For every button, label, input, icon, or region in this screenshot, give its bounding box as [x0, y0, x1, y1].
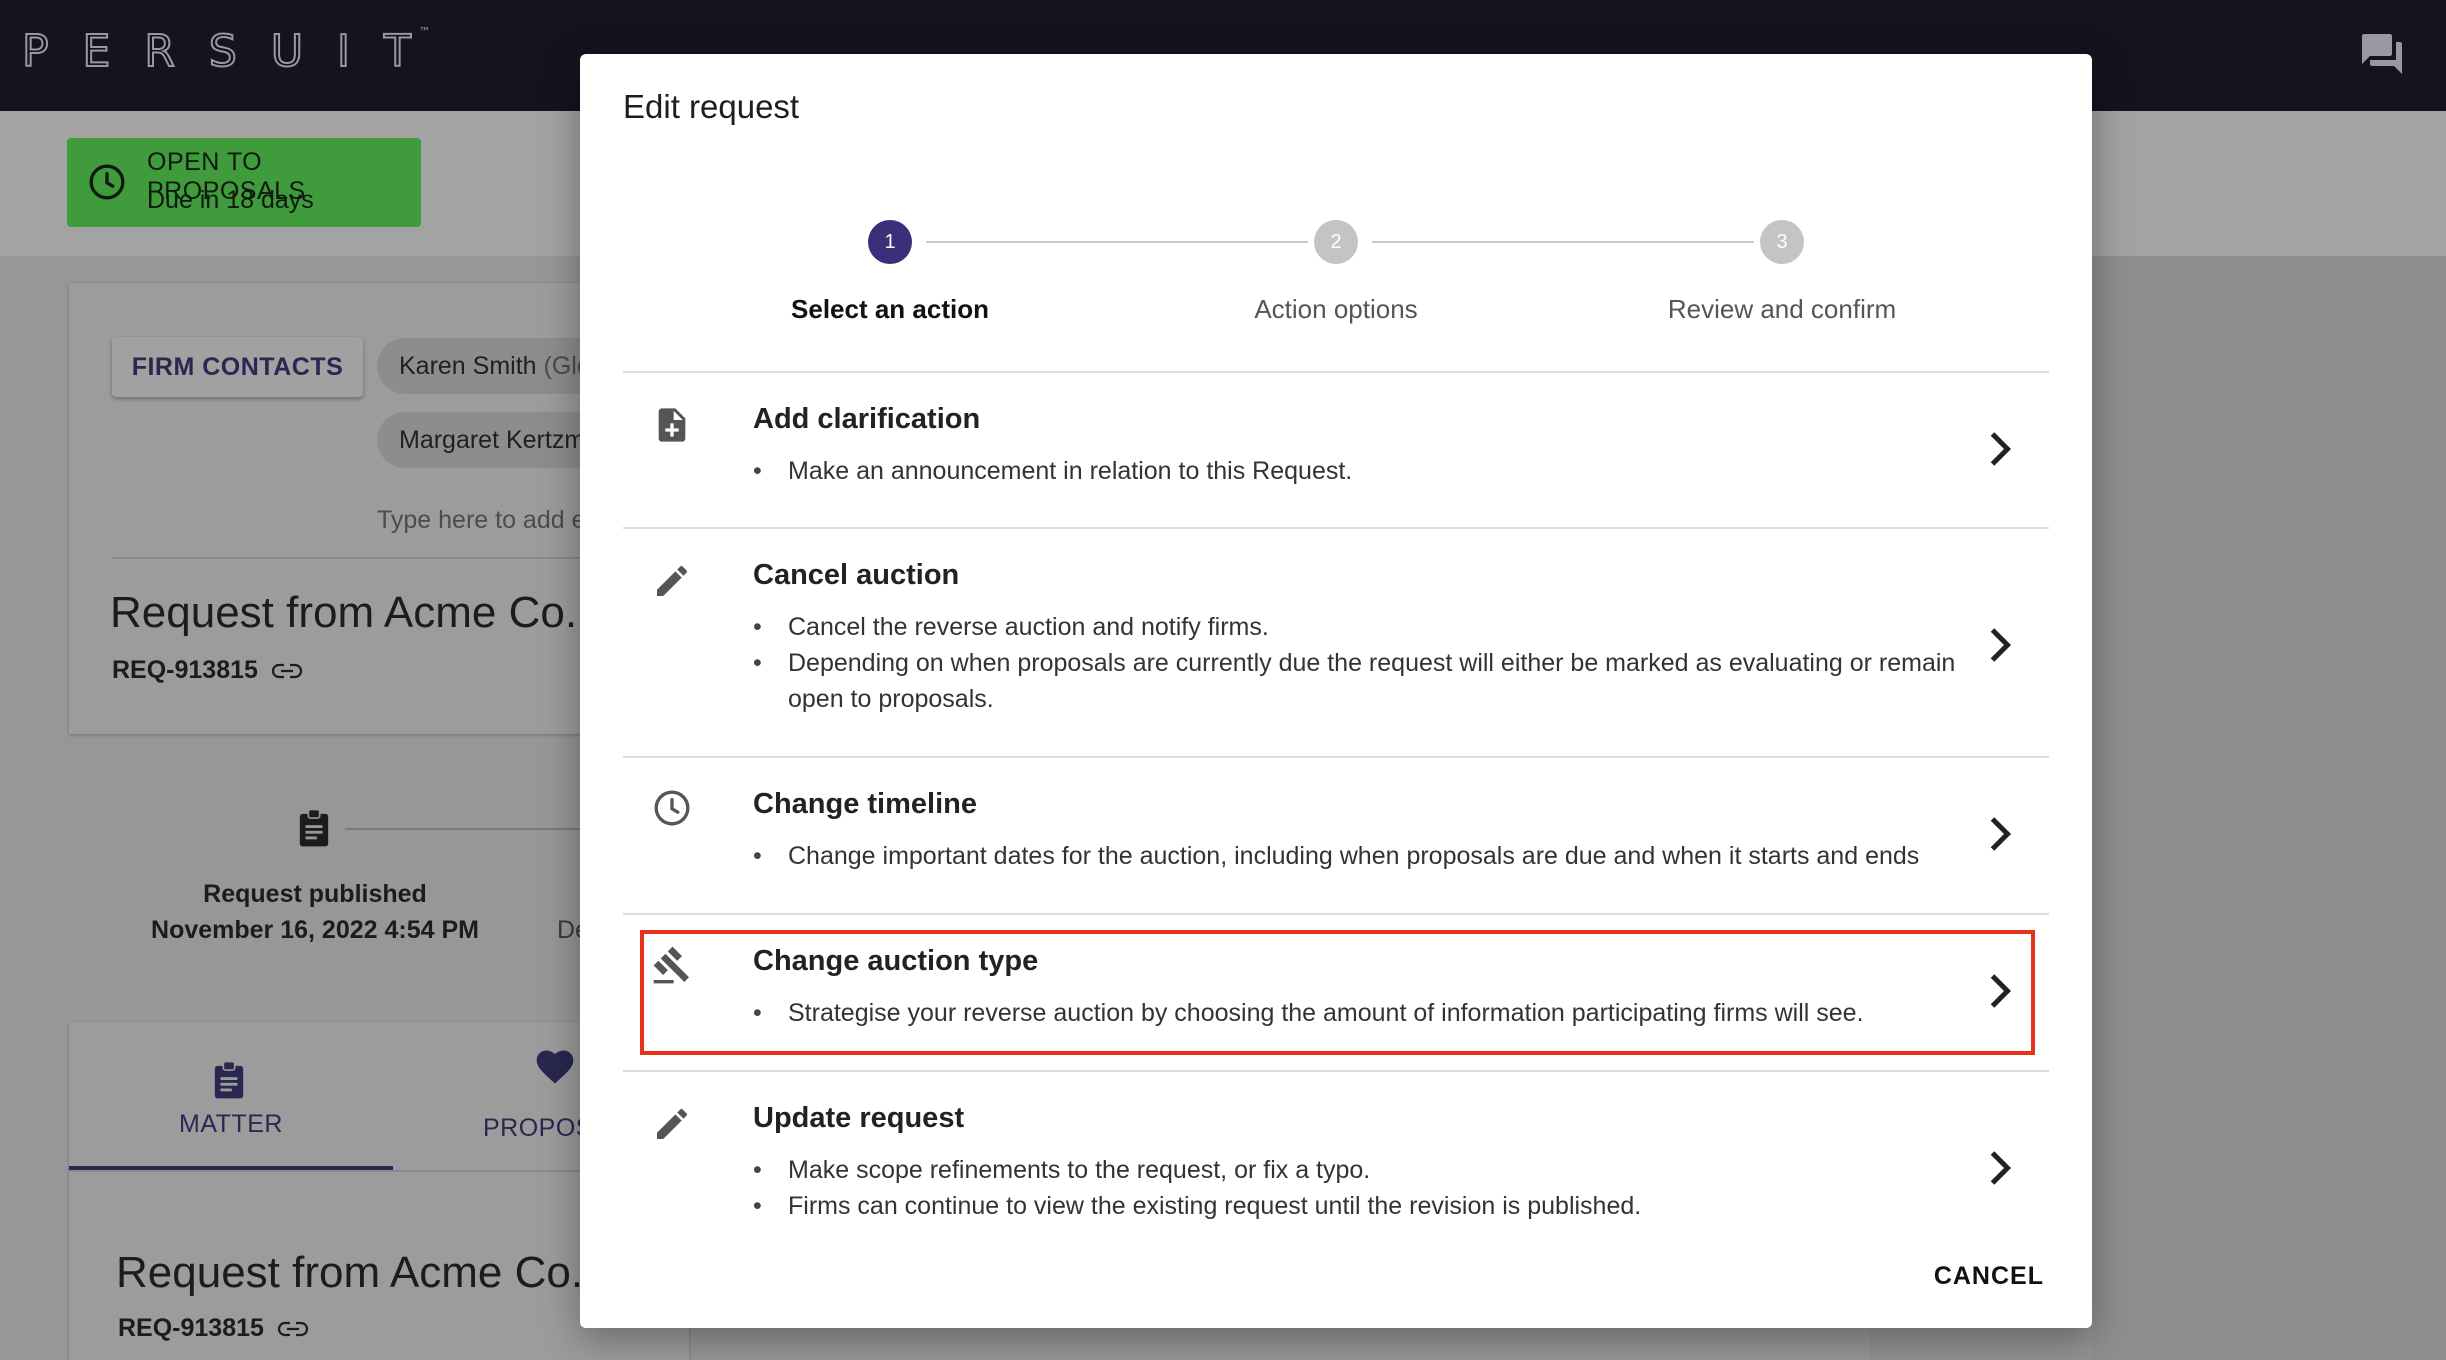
option-cancel-auction[interactable]: Cancel auction Cancel the reverse auctio… — [623, 527, 2049, 756]
timeline-connector — [345, 828, 585, 830]
tab-proposals[interactable]: PROPOS — [483, 1114, 593, 1143]
dialog-title: Edit request — [623, 88, 800, 125]
step-1-label: Select an action — [791, 294, 989, 324]
option-bullet: Strategise your reverse auction by choos… — [753, 995, 1983, 1031]
option-bullet: Make scope refinements to the request, o… — [753, 1152, 1983, 1188]
tab-matter[interactable]: MATTER — [69, 1022, 393, 1170]
option-bullet: Depending on when proposals are currentl… — [753, 645, 1983, 717]
side-panel-outer — [2093, 256, 2446, 1360]
add-contact-input[interactable]: Type here to add e — [377, 506, 585, 535]
clipboard-icon — [299, 808, 329, 847]
status-badge: OPEN TO PROPOSALS Due in 18 days — [67, 138, 421, 227]
chevron-right-icon[interactable] — [1985, 814, 2015, 854]
option-bullet: Change important dates for the auction, … — [753, 838, 1983, 874]
step-connector — [926, 241, 1308, 243]
option-add-clarification[interactable]: Add clarification Make an announcement i… — [623, 371, 2049, 527]
step-2-label: Action options — [1254, 294, 1418, 324]
chevron-right-icon[interactable] — [1985, 625, 2015, 665]
clipboard-icon — [214, 1060, 244, 1099]
pencil-icon — [657, 565, 688, 596]
chevron-right-icon[interactable] — [1985, 971, 2015, 1011]
step-3-label: Review and confirm — [1667, 294, 1897, 324]
logo-trademark: ™ — [418, 25, 431, 40]
pencil-icon — [657, 1108, 688, 1139]
note-add-icon — [658, 408, 686, 442]
option-title: Change timeline — [753, 788, 977, 820]
option-description: Strategise your reverse auction by choos… — [753, 995, 1983, 1031]
option-bullet: Firms can continue to view the existing … — [753, 1188, 1983, 1224]
edit-request-dialog: Edit request 1 2 3 Select an action Acti… — [580, 54, 2092, 1328]
request-id-text: REQ-913815 — [118, 1314, 264, 1342]
firm-contacts-button[interactable]: FIRM CONTACTS — [112, 337, 363, 397]
link-icon[interactable] — [271, 661, 303, 681]
option-bullet: Make an announcement in relation to this… — [753, 453, 1983, 489]
status-due: Due in 18 days — [147, 186, 314, 214]
gavel-icon — [653, 946, 690, 984]
step-3-indicator: 3 — [1760, 220, 1804, 264]
step-2-indicator: 2 — [1314, 220, 1358, 264]
option-change-auction-type[interactable]: Change auction type Strategise your reve… — [623, 913, 2049, 1070]
timeline-event-label: Request published — [203, 880, 427, 908]
request-title: Request from Acme Co. — [116, 1248, 584, 1297]
cancel-button[interactable]: CANCEL — [1934, 1262, 2044, 1291]
chat-icon[interactable] — [2358, 30, 2406, 78]
proposals-icon — [536, 1050, 574, 1084]
clock-icon — [89, 164, 125, 200]
clock-icon — [654, 790, 690, 826]
option-description: Make scope refinements to the request, o… — [753, 1152, 1983, 1224]
contact-name: Karen Smith — [399, 352, 537, 380]
option-description: Make an announcement in relation to this… — [753, 453, 1983, 489]
contact-name: Margaret Kertzm — [399, 426, 586, 454]
request-id-text: REQ-913815 — [112, 656, 258, 684]
link-icon[interactable] — [277, 1319, 309, 1339]
option-description: Cancel the reverse auction and notify fi… — [753, 609, 1983, 717]
logo-text: PERSUIT — [21, 25, 445, 78]
step-1-indicator: 1 — [868, 220, 912, 264]
option-bullet: Cancel the reverse auction and notify fi… — [753, 609, 1983, 645]
step-connector — [1372, 241, 1754, 243]
request-id: REQ-913815 — [118, 1314, 309, 1343]
option-description: Change important dates for the auction, … — [753, 838, 1983, 874]
tab-matter-label: MATTER — [179, 1110, 283, 1138]
option-title: Add clarification — [753, 403, 981, 435]
option-title: Change auction type — [753, 945, 1039, 977]
persuit-logo[interactable]: PERSUIT™ — [21, 25, 457, 78]
option-change-timeline[interactable]: Change timeline Change important dates f… — [623, 756, 2049, 913]
option-title: Update request — [753, 1102, 965, 1134]
option-title: Cancel auction — [753, 559, 960, 591]
request-id: REQ-913815 — [112, 656, 303, 685]
chevron-right-icon[interactable] — [1985, 1148, 2015, 1188]
timeline-event-date: November 16, 2022 4:54 PM — [151, 916, 479, 944]
option-update-request[interactable]: Update request Make scope refinements to… — [623, 1070, 2049, 1250]
chevron-right-icon[interactable] — [1985, 429, 2015, 469]
request-title: Request from Acme Co. f — [110, 588, 602, 637]
